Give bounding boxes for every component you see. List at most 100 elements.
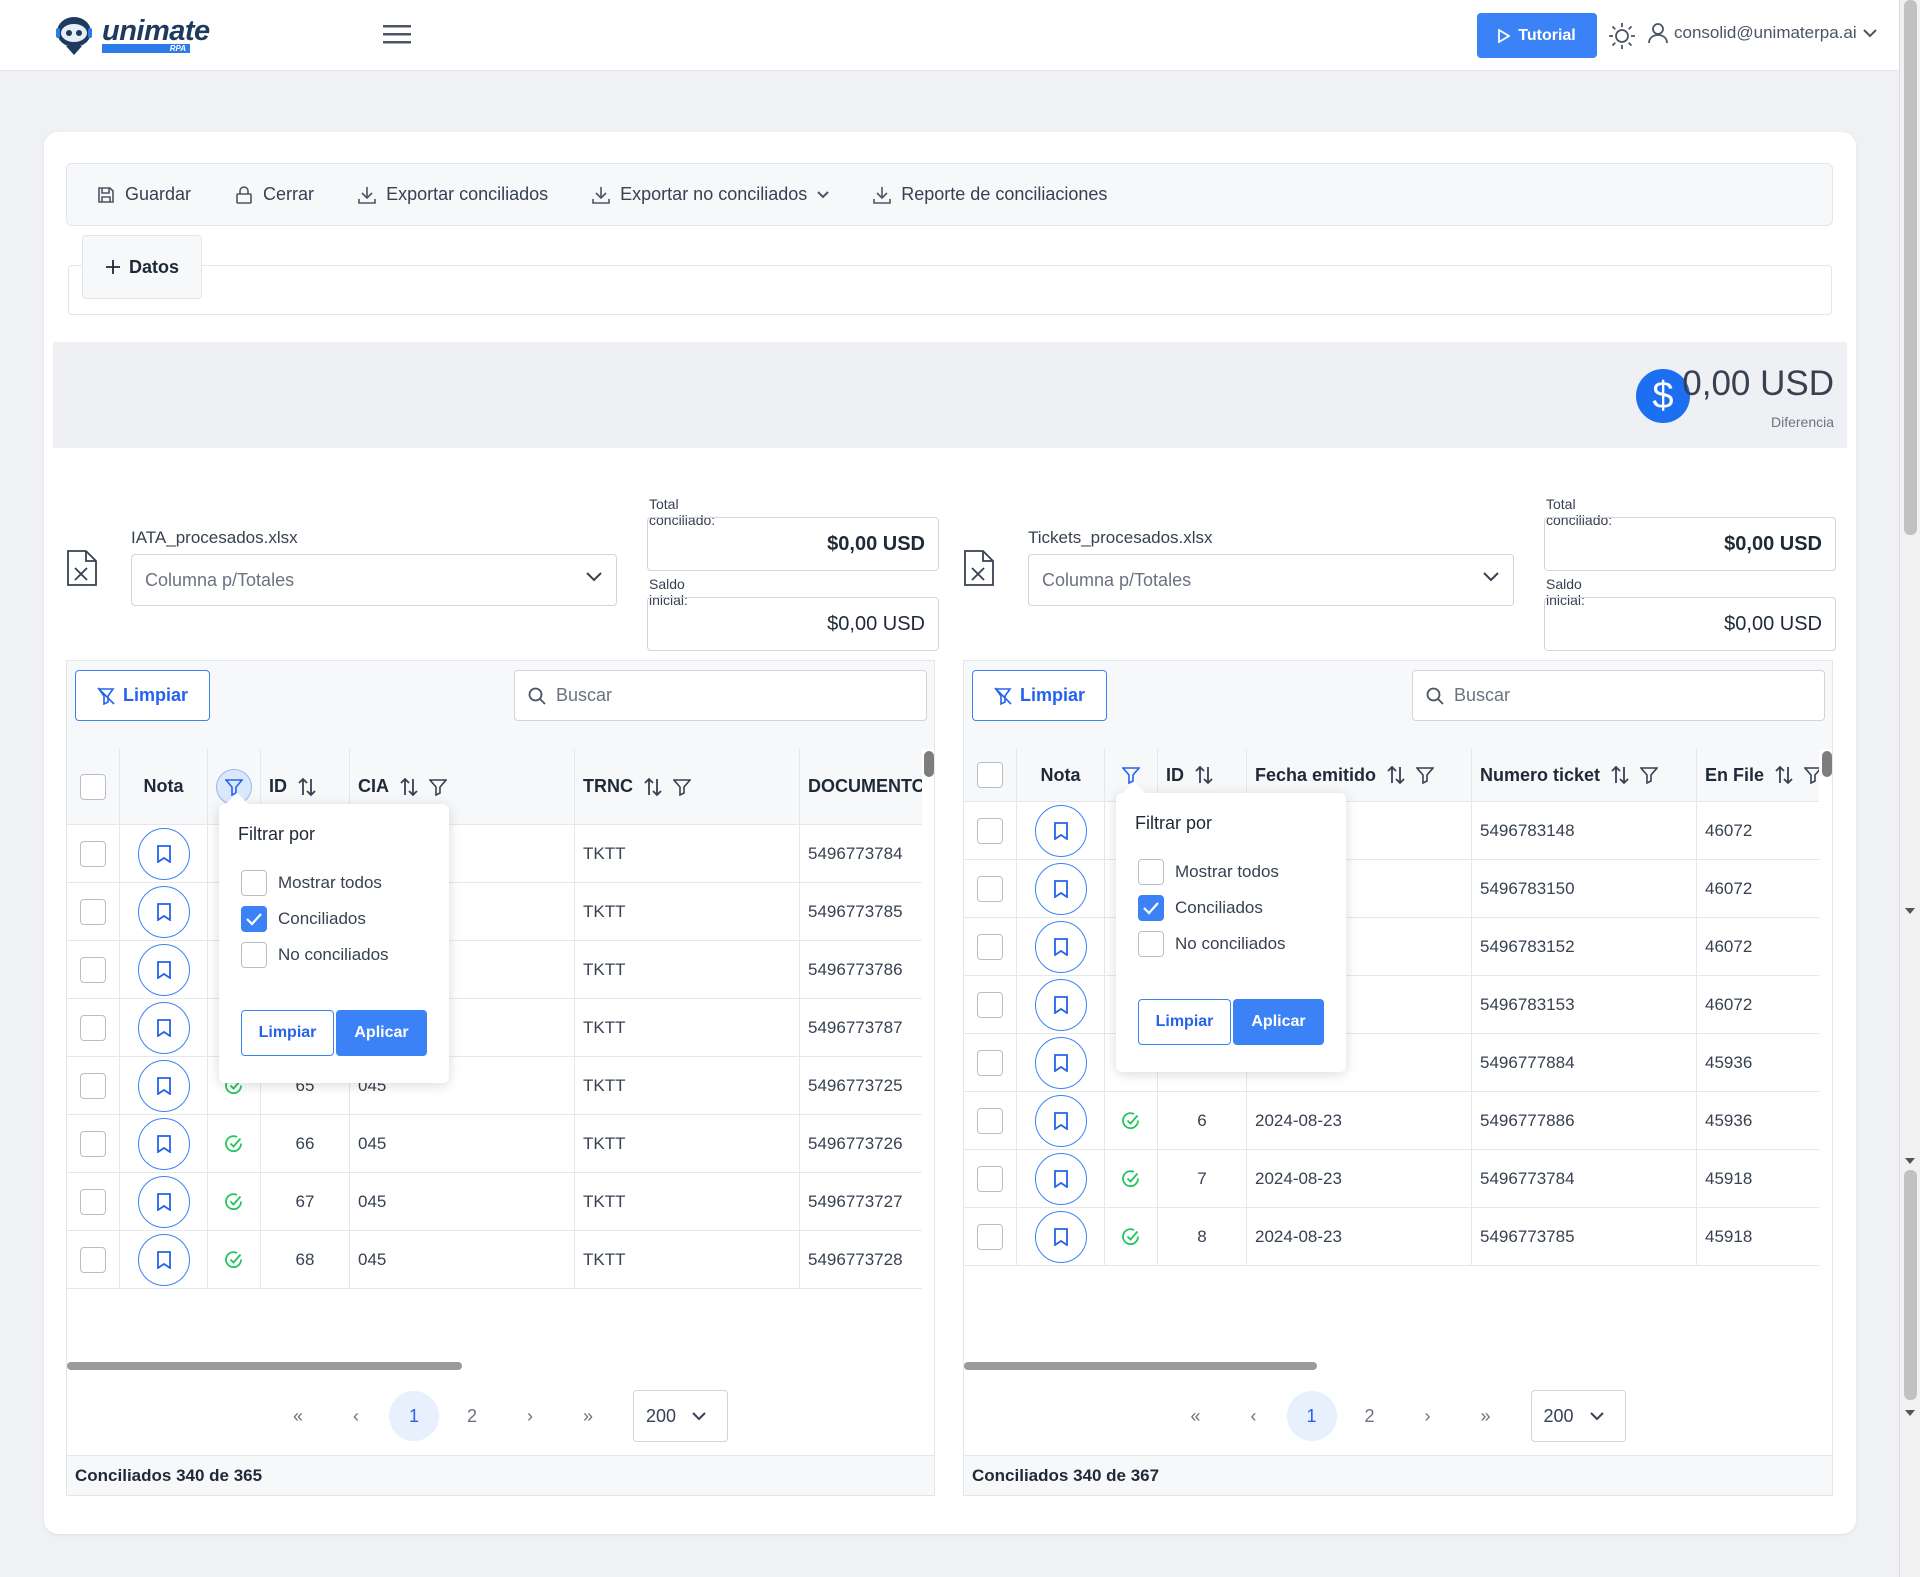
prev-page-icon[interactable]: ‹ (1229, 1391, 1279, 1441)
sort-icon[interactable] (1610, 765, 1630, 785)
scroll-down-arrow-icon[interactable] (1905, 1410, 1915, 1416)
col-documento[interactable]: DOCUMENTO (800, 749, 922, 824)
page-scrollbar-thumb-lower[interactable] (1904, 1170, 1917, 1400)
page-2-button[interactable]: 2 (447, 1391, 497, 1441)
left-vscroll-thumb[interactable] (924, 751, 934, 777)
right-column-select[interactable]: Columna p/Totales (1028, 554, 1514, 606)
right-hscroll-thumb[interactable] (964, 1362, 1317, 1370)
filter-option-show-all[interactable]: Mostrar todos (1138, 859, 1279, 885)
left-hscroll-thumb[interactable] (67, 1362, 462, 1370)
checkbox[interactable] (241, 870, 267, 896)
right-clear-filters-button[interactable]: Limpiar (972, 670, 1107, 721)
tutorial-button[interactable]: Tutorial (1477, 13, 1597, 58)
scroll-down-arrow-icon[interactable] (1905, 908, 1915, 914)
filter-apply-button[interactable]: Aplicar (1233, 999, 1324, 1045)
next-page-icon[interactable]: › (1403, 1391, 1453, 1441)
row-checkbox[interactable] (964, 860, 1017, 917)
left-clear-filters-button[interactable]: Limpiar (75, 670, 210, 721)
checkbox[interactable] (241, 906, 267, 932)
note-button[interactable] (120, 1057, 208, 1114)
logo[interactable]: unimate RPA (50, 14, 210, 56)
table-row[interactable]: 5496783152 46072 (964, 918, 1819, 976)
save-button[interactable]: Guardar (97, 184, 191, 205)
page-size-select[interactable]: 200 (633, 1390, 728, 1442)
table-row[interactable]: 5496783148 46072 (964, 802, 1819, 860)
prev-page-icon[interactable]: ‹ (331, 1391, 381, 1441)
col-nota[interactable]: Nota (1017, 749, 1105, 801)
table-row[interactable]: 52024-08-23549677788445936 (964, 1034, 1819, 1092)
row-checkbox[interactable] (67, 1115, 120, 1172)
note-button[interactable] (120, 825, 208, 882)
right-search-input[interactable]: Buscar (1412, 670, 1825, 721)
filter-icon[interactable] (1640, 766, 1659, 784)
row-checkbox[interactable] (964, 1208, 1017, 1265)
filter-option-no-conciliados[interactable]: No conciliados (241, 942, 389, 968)
filter-option-conciliados[interactable]: Conciliados (1138, 895, 1263, 921)
note-button[interactable] (1017, 802, 1105, 859)
filter-option-no-conciliados[interactable]: No conciliados (1138, 931, 1286, 957)
row-checkbox[interactable] (964, 802, 1017, 859)
sort-icon[interactable] (399, 777, 419, 797)
col-en-file[interactable]: En File (1697, 749, 1819, 801)
table-row[interactable]: TKTT 5496773784 (67, 825, 922, 883)
user-menu[interactable]: consolid@unimaterpa.ai (1648, 22, 1877, 44)
page-2-button[interactable]: 2 (1345, 1391, 1395, 1441)
right-saldo-input[interactable]: $0,00 USD (1544, 597, 1836, 651)
filter-icon[interactable] (673, 778, 691, 796)
select-all-checkbox[interactable] (964, 749, 1017, 801)
row-checkbox[interactable] (964, 1150, 1017, 1207)
note-button[interactable] (1017, 860, 1105, 917)
page-1-button[interactable]: 1 (389, 1391, 439, 1441)
note-button[interactable] (120, 999, 208, 1056)
sort-icon[interactable] (1194, 765, 1214, 785)
next-page-icon[interactable]: › (505, 1391, 555, 1441)
checkbox[interactable] (1138, 931, 1164, 957)
sort-icon[interactable] (643, 777, 663, 797)
table-row[interactable]: 65 045 TKTT 5496773725 (67, 1057, 922, 1115)
filter-icon[interactable] (1416, 766, 1435, 784)
row-checkbox[interactable] (67, 825, 120, 882)
table-row[interactable]: 5496783150 46072 (964, 860, 1819, 918)
left-search-input[interactable]: Buscar (514, 670, 927, 721)
note-button[interactable] (1017, 1034, 1105, 1091)
datos-tab[interactable]: Datos (82, 235, 202, 299)
export-unreconciled-button[interactable]: Exportar no conciliados (592, 184, 829, 205)
table-row[interactable]: 67 045 TKTT 5496773727 (67, 1173, 922, 1231)
last-page-icon[interactable]: » (563, 1391, 613, 1441)
right-hscroll[interactable] (964, 1359, 1819, 1373)
filter-option-show-all[interactable]: Mostrar todos (241, 870, 382, 896)
table-row[interactable]: 64045TKTT5496773787 (67, 999, 922, 1057)
first-page-icon[interactable]: « (1171, 1391, 1221, 1441)
right-vscroll-thumb[interactable] (1822, 751, 1832, 777)
scroll-down-arrow-icon[interactable] (1905, 1158, 1915, 1164)
report-button[interactable]: Reporte de conciliaciones (873, 184, 1107, 205)
col-numero-ticket[interactable]: Numero ticket (1472, 749, 1697, 801)
theme-toggle-sun-icon[interactable] (1608, 22, 1636, 50)
last-page-icon[interactable]: » (1461, 1391, 1511, 1441)
sort-icon[interactable] (1386, 765, 1406, 785)
filter-clear-button[interactable]: Limpiar (1138, 999, 1231, 1045)
checkbox[interactable] (1138, 895, 1164, 921)
note-button[interactable] (1017, 1092, 1105, 1149)
first-page-icon[interactable]: « (273, 1391, 323, 1441)
page-scrollbar[interactable] (1899, 0, 1920, 1577)
menu-toggle-icon[interactable] (383, 22, 411, 46)
checkbox[interactable] (241, 942, 267, 968)
note-button[interactable] (120, 883, 208, 940)
note-button[interactable] (1017, 1150, 1105, 1207)
row-checkbox[interactable] (67, 1057, 120, 1114)
note-button[interactable] (120, 1231, 208, 1288)
row-checkbox[interactable] (964, 918, 1017, 975)
export-reconciled-button[interactable]: Exportar conciliados (358, 184, 548, 205)
col-trnc[interactable]: TRNC (575, 749, 800, 824)
table-row[interactable]: 5496783153 46072 (964, 976, 1819, 1034)
left-saldo-input[interactable]: $0,00 USD (647, 597, 939, 651)
select-all-checkbox[interactable] (67, 749, 120, 824)
note-button[interactable] (120, 1173, 208, 1230)
table-row[interactable]: 6 2024-08-23 5496777886 45936 (964, 1092, 1819, 1150)
page-size-select[interactable]: 200 (1530, 1390, 1626, 1442)
note-button[interactable] (120, 1115, 208, 1172)
filter-icon[interactable] (1804, 766, 1819, 784)
page-1-button[interactable]: 1 (1286, 1391, 1337, 1441)
left-column-select[interactable]: Columna p/Totales (131, 554, 617, 606)
